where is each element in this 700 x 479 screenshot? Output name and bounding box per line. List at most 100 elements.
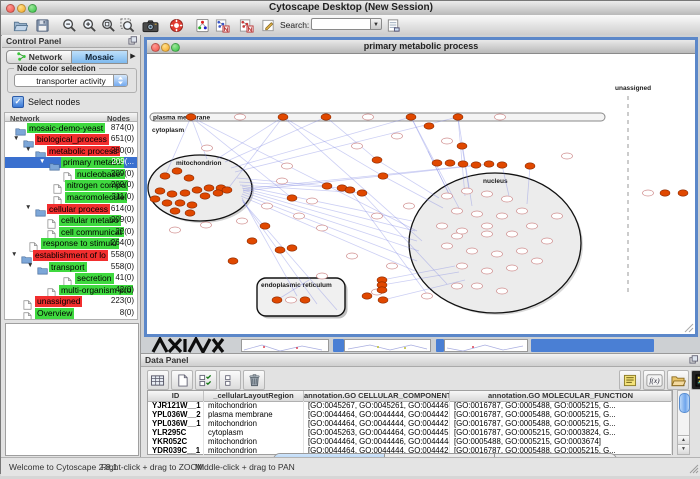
column-header[interactable]: ID <box>148 391 204 401</box>
network-node[interactable] <box>517 248 528 254</box>
network-node-selected[interactable] <box>186 114 196 120</box>
save-session-icon[interactable] <box>34 17 51 33</box>
network-node[interactable] <box>517 208 528 214</box>
network-node-selected[interactable] <box>200 193 210 199</box>
network-node-selected[interactable] <box>167 191 177 197</box>
network-node-selected[interactable] <box>213 190 223 196</box>
network-node-selected[interactable] <box>184 175 194 181</box>
network-node-selected[interactable] <box>378 173 388 179</box>
network-node-selected[interactable] <box>471 162 481 168</box>
network-node[interactable] <box>235 114 246 120</box>
tree-row[interactable]: multi-organism pro42(0) <box>5 284 137 296</box>
resize-grip[interactable] <box>687 461 699 479</box>
network-node[interactable] <box>202 145 213 151</box>
tab-mosaic[interactable]: Mosaic <box>72 50 128 64</box>
network-node-selected[interactable] <box>357 190 367 196</box>
tree-row[interactable]: Overview8(0) <box>5 308 137 320</box>
network-node-selected[interactable] <box>424 123 434 129</box>
network-node-selected[interactable] <box>275 247 285 253</box>
network-node[interactable] <box>392 133 403 139</box>
network-node-selected[interactable] <box>180 190 190 196</box>
tree-row[interactable]: unassigned223(0) <box>5 296 137 308</box>
network-node[interactable] <box>170 227 181 233</box>
network-node[interactable] <box>482 268 493 274</box>
network-node[interactable] <box>347 253 358 259</box>
attribute-grid-icon[interactable] <box>147 370 169 390</box>
network-node[interactable] <box>457 228 468 234</box>
network-node-selected[interactable] <box>300 297 310 303</box>
network-node[interactable] <box>307 198 318 204</box>
network-node-selected[interactable] <box>432 160 442 166</box>
network-node-selected[interactable] <box>678 190 688 196</box>
region-nucleus[interactable] <box>409 173 581 313</box>
network-node-selected[interactable] <box>321 114 331 120</box>
column-header[interactable]: _cellularLayoutRegion <box>204 391 304 401</box>
network-node-selected[interactable] <box>287 195 297 201</box>
network-node-selected[interactable] <box>378 297 388 303</box>
network-node[interactable] <box>387 263 398 269</box>
network-node[interactable] <box>294 213 305 219</box>
network-node-selected[interactable] <box>260 223 270 229</box>
canvas-resize-grip[interactable] <box>685 324 693 332</box>
network-node-selected[interactable] <box>345 187 355 193</box>
tree-row[interactable]: response to stimulu264(0) <box>5 238 137 250</box>
network-node-selected[interactable] <box>453 114 463 120</box>
zoom-fit-icon[interactable] <box>100 17 117 33</box>
network-node[interactable] <box>404 203 415 209</box>
network-node-selected[interactable] <box>406 114 416 120</box>
network-node[interactable] <box>363 114 374 120</box>
open-session-icon[interactable] <box>12 17 29 33</box>
network-node[interactable] <box>552 213 563 219</box>
network-node-selected[interactable] <box>175 200 185 206</box>
modify-network-2-icon[interactable] <box>238 17 255 33</box>
open-attribute-folder-icon[interactable] <box>667 370 689 390</box>
node-color-dropdown[interactable]: transporter activity <box>14 74 128 87</box>
zoom-out-icon[interactable] <box>61 17 78 33</box>
network-node-selected[interactable] <box>322 183 332 189</box>
tree-row[interactable]: ▼transport558(0) <box>5 261 137 273</box>
network-node[interactable] <box>262 203 273 209</box>
network-node[interactable] <box>317 273 328 279</box>
network-node[interactable] <box>472 211 483 217</box>
network-node-selected[interactable] <box>272 297 282 303</box>
network-node-selected[interactable] <box>187 202 197 208</box>
tree-row[interactable]: secretion41(0) <box>5 273 137 285</box>
float-panel-icon[interactable] <box>689 355 698 366</box>
table-row[interactable]: YPL036W__2plasma membrane[GO:0044464, GO… <box>148 410 672 419</box>
delete-attribute-icon[interactable] <box>243 370 265 390</box>
tree-row[interactable]: mosaic-demo-yeast874(0) <box>5 122 137 134</box>
network-node-selected[interactable] <box>287 245 297 251</box>
network-node-selected[interactable] <box>185 210 195 216</box>
network-node-selected[interactable] <box>160 173 170 179</box>
modify-network-icon[interactable] <box>214 17 231 33</box>
network-node[interactable] <box>497 288 508 294</box>
expander-icon[interactable]: ▼ <box>39 158 45 165</box>
network-node[interactable] <box>442 193 453 199</box>
network-node[interactable] <box>201 222 212 228</box>
network-node-selected[interactable] <box>377 287 387 293</box>
select-nodes-checkbox[interactable]: ✓ <box>12 96 24 108</box>
snapshot-icon[interactable] <box>141 17 160 33</box>
network-node-selected[interactable] <box>172 168 182 174</box>
network-node[interactable] <box>495 114 506 120</box>
table-row[interactable]: YPL036W__1mitochondrion[GO:0044464, GO:0… <box>148 419 672 428</box>
tree-row[interactable]: ▼biological_process651(0) <box>5 134 137 146</box>
tree-row[interactable]: ▼metabolic process280(0) <box>5 145 137 157</box>
network-node[interactable] <box>437 223 448 229</box>
tree-row[interactable]: cellular metabo209(0) <box>5 215 137 227</box>
unselect-attributes-icon[interactable] <box>219 370 241 390</box>
network-window-titlebar[interactable]: primary metabolic process <box>147 40 695 54</box>
tree-row[interactable]: nitrogen compo209(0) <box>5 180 137 192</box>
column-header[interactable]: annotation.GO CELLULAR_COMPONENT <box>304 391 450 401</box>
network-node-selected[interactable] <box>162 200 172 206</box>
zoom-selected-region-icon[interactable] <box>119 17 136 33</box>
network-node[interactable] <box>317 225 328 231</box>
network-node-selected[interactable] <box>457 143 467 149</box>
tree-row[interactable]: ▼establishment of lo558(0) <box>5 250 137 262</box>
import-table-icon[interactable] <box>385 17 402 33</box>
network-node-selected[interactable] <box>170 208 180 214</box>
network-node[interactable] <box>282 163 293 169</box>
network-node[interactable] <box>452 208 463 214</box>
table-row[interactable]: YJR121W__1mitochondrion[GO:0045267, GO:0… <box>148 401 672 410</box>
network-node[interactable] <box>542 238 553 244</box>
